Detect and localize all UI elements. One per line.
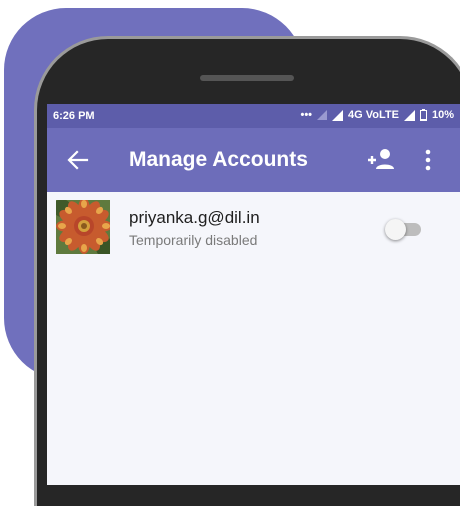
account-status: Temporarily disabled [129,232,258,248]
signal-strength-icon [403,109,415,121]
account-avatar [56,200,110,254]
status-time: 6:26 PM [53,110,95,122]
notification-dots-icon: ••• [300,109,313,121]
phone-screen: 6:26 PM ••• 4G VoLTE 10% Manage Accounts… [47,104,460,485]
network-type: 4G VoLTE [348,109,399,121]
phone-speaker [200,75,294,81]
flower-image [56,200,110,254]
toggle-thumb [385,219,406,240]
page-title: Manage Accounts [129,148,308,171]
account-email: priyanka.g@dil.in [129,208,260,227]
status-bar: 6:26 PM ••• 4G VoLTE 10% [47,104,460,128]
app-bar: Manage Accounts [47,128,460,192]
more-vert-icon[interactable] [423,148,433,172]
account-list-item[interactable]: priyanka.g@dil.in Temporarily disabled [47,192,460,264]
status-icons: ••• 4G VoLTE 10% [300,109,454,121]
battery-level: 10% [431,109,454,121]
battery-icon [419,109,427,121]
back-arrow-icon[interactable] [67,150,89,170]
account-enabled-toggle[interactable] [385,218,423,240]
signal-icon [332,109,344,121]
add-person-icon[interactable] [367,148,395,170]
signal-weak-icon [317,110,328,120]
